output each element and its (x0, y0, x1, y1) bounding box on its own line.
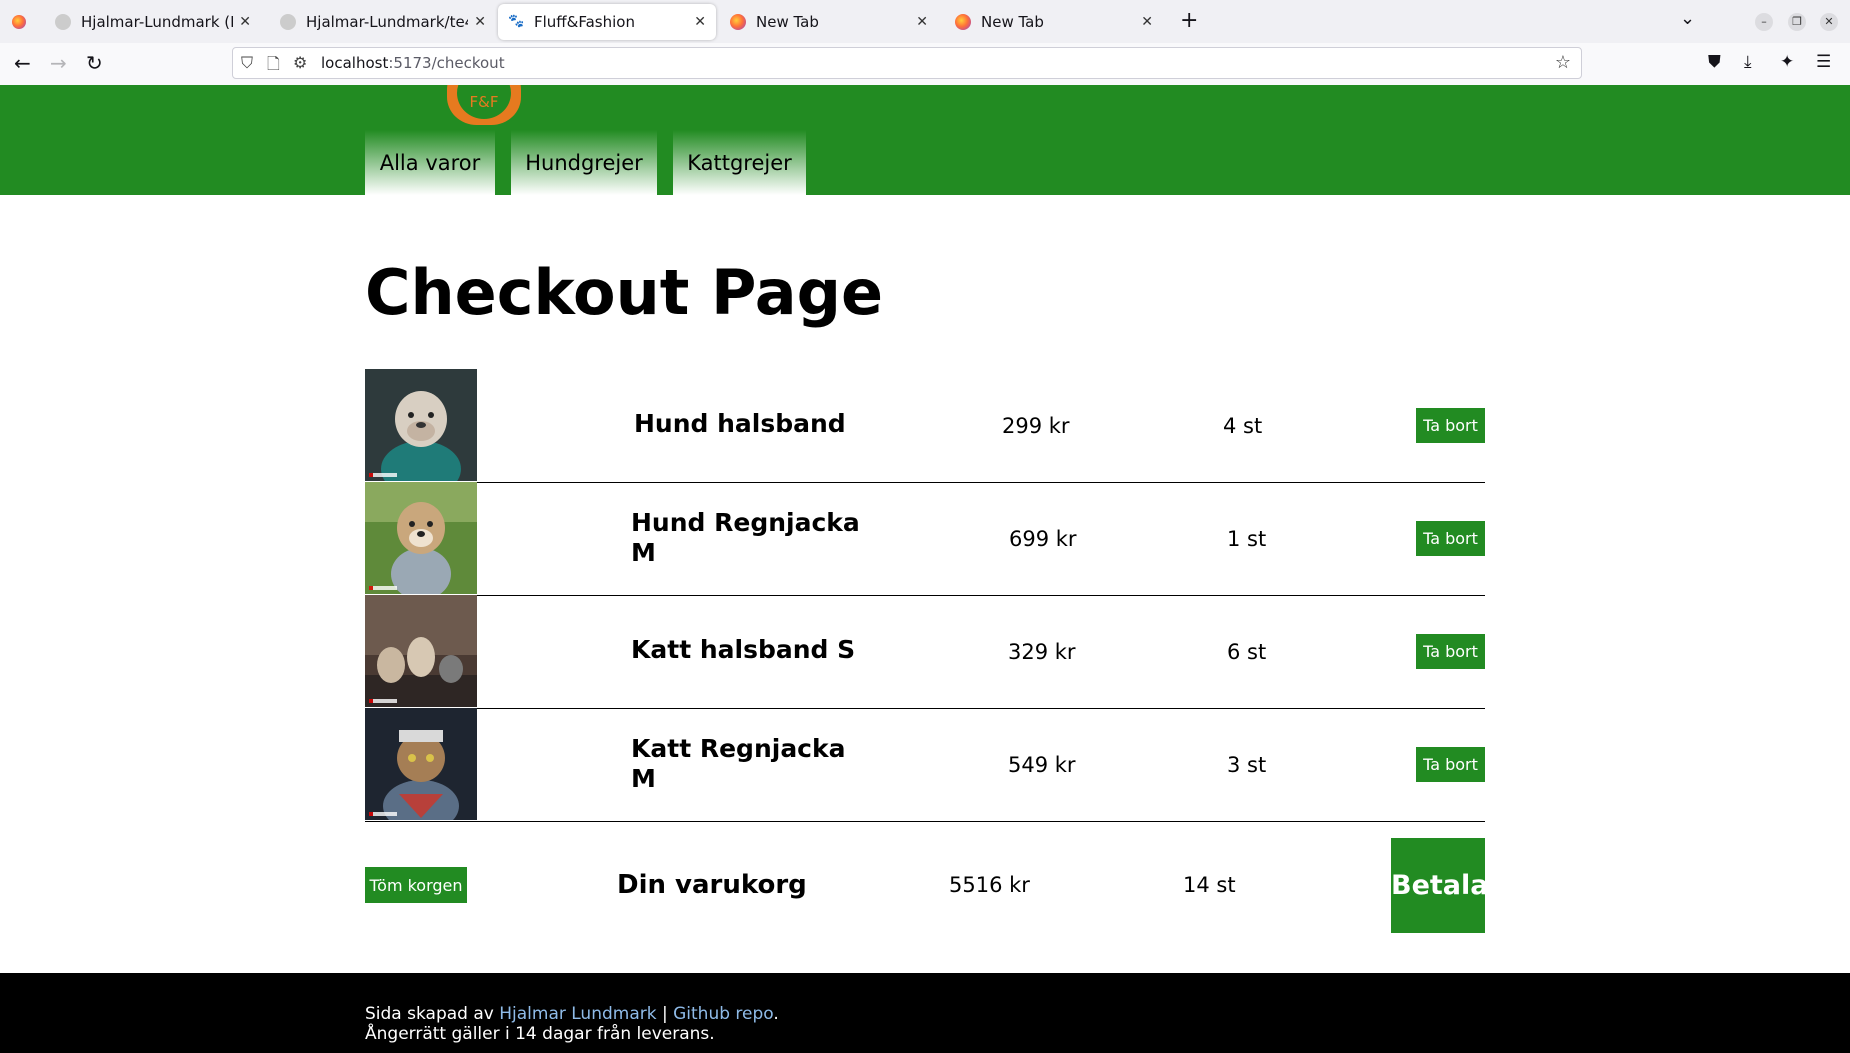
product-image (365, 708, 477, 820)
github-icon (55, 14, 71, 30)
logo-text: F&F (469, 93, 499, 111)
tab-list-chevron-icon[interactable]: ⌄ (1680, 8, 1695, 29)
firefox-icon (955, 14, 971, 30)
footer-separator: | (656, 1004, 674, 1024)
remove-item-button[interactable]: Ta bort (1416, 408, 1485, 443)
nav-link-alla-varor[interactable]: Alla varor (365, 130, 495, 195)
remove-item-button[interactable]: Ta bort (1416, 521, 1485, 556)
window-close-icon[interactable]: ✕ (1820, 13, 1838, 31)
tab-title: New Tab (981, 13, 1044, 31)
cart-row: Hund Regnjacka M 699 kr 1 st Ta bort (365, 482, 1485, 596)
product-quantity: 6 st (1227, 640, 1267, 664)
product-name: Hund Regnjacka M (631, 508, 860, 567)
tab-title: Fluff&Fashion (534, 13, 635, 31)
browser-tab[interactable]: New Tab ✕ (720, 4, 938, 40)
browser-nav-bar: ← → ↻ ⛉ 🗋 ⚙ localhost:5173/checkout ☆ ⛊ … (0, 43, 1850, 86)
forward-icon[interactable]: → (50, 51, 67, 75)
browser-tab[interactable]: New Tab ✕ (945, 4, 1163, 40)
shield-icon[interactable]: ⛉ (241, 53, 253, 73)
url-text[interactable]: localhost:5173/checkout (321, 54, 505, 72)
github-repo-link[interactable]: Github repo (673, 1004, 773, 1024)
browser-tab[interactable]: Hjalmar-Lundmark/te4-sh ✕ (270, 4, 496, 40)
pay-button[interactable]: Betala (1391, 838, 1489, 933)
remove-item-button[interactable]: Ta bort (1416, 634, 1485, 669)
extensions-icon[interactable]: ✦ (1780, 52, 1794, 72)
bookmark-star-icon[interactable]: ☆ (1555, 52, 1571, 73)
new-tab-icon[interactable]: + (1180, 8, 1198, 33)
cart-summary: Töm korgen Din varukorg 5516 kr 14 st Be… (365, 838, 1489, 933)
site-header: F&F Alla varor Hundgrejer Kattgrejer (0, 85, 1850, 195)
product-price: 699 kr (1009, 527, 1077, 551)
author-link[interactable]: Hjalmar Lundmark (499, 1004, 656, 1024)
product-price: 299 kr (1002, 414, 1070, 438)
footer-prefix: Sida skapad av (365, 1004, 500, 1024)
reload-icon[interactable]: ↻ (86, 51, 103, 75)
downloads-icon[interactable]: ⤓ (1744, 52, 1752, 72)
cart-row: Hund halsband 299 kr 4 st Ta bort (365, 369, 1485, 483)
url-path: :5173/checkout (388, 54, 505, 72)
tab-title: Hjalmar-Lundmark (Hjalm (81, 13, 233, 31)
site-logo[interactable]: F&F (441, 85, 527, 127)
close-icon[interactable]: ✕ (239, 14, 251, 30)
github-icon (280, 14, 296, 30)
cart-row: Katt halsband S 329 kr 6 st Ta bort (365, 595, 1485, 709)
permissions-icon[interactable]: ⚙ (293, 53, 307, 72)
product-name: Katt Regnjacka M (631, 734, 846, 793)
product-image (365, 595, 477, 707)
product-quantity: 4 st (1223, 414, 1263, 438)
nav-link-kattgrejer[interactable]: Kattgrejer (673, 130, 806, 195)
product-quantity: 1 st (1227, 527, 1267, 551)
product-image (365, 369, 477, 481)
close-icon[interactable]: ✕ (474, 14, 486, 30)
close-icon[interactable]: ✕ (1141, 14, 1153, 30)
empty-cart-button[interactable]: Töm korgen (365, 867, 467, 903)
site-footer: Sida skapad av Hjalmar Lundmark | Github… (0, 973, 1850, 1053)
restore-icon[interactable]: ❐ (1788, 13, 1806, 31)
nav-link-hundgrejer[interactable]: Hundgrejer (511, 130, 657, 195)
product-name: Katt halsband S (631, 635, 856, 664)
tab-title: Hjalmar-Lundmark/te4-sh (306, 13, 468, 31)
close-icon[interactable]: ✕ (694, 14, 706, 30)
tab-title: New Tab (756, 13, 819, 31)
paw-icon: 🐾 (508, 14, 525, 29)
footer-return-policy: Ångerrätt gäller i 14 dagar från leveran… (365, 1024, 715, 1044)
product-image (365, 482, 477, 594)
url-bar[interactable]: ⛉ 🗋 ⚙ localhost:5173/checkout ☆ (232, 47, 1582, 79)
url-host: localhost (321, 54, 389, 72)
cart-row: Katt Regnjacka M 549 kr 3 st Ta bort (365, 708, 1485, 822)
page-title: Checkout Page (365, 256, 884, 329)
product-price: 329 kr (1008, 640, 1076, 664)
remove-item-button[interactable]: Ta bort (1416, 747, 1485, 782)
firefox-view-icon[interactable] (12, 15, 26, 29)
minimize-icon[interactable]: – (1755, 13, 1773, 31)
product-name: Hund halsband (634, 409, 846, 438)
back-icon[interactable]: ← (14, 51, 31, 75)
cart-total-price: 5516 kr (949, 873, 1030, 897)
cart-total-quantity: 14 st (1183, 873, 1236, 897)
pocket-icon[interactable]: ⛊ (1708, 52, 1721, 72)
product-quantity: 3 st (1227, 753, 1267, 777)
cart-summary-label: Din varukorg (617, 870, 807, 900)
firefox-icon (730, 14, 746, 30)
footer-suffix: . (773, 1004, 779, 1024)
close-icon[interactable]: ✕ (916, 14, 928, 30)
menu-icon[interactable]: ☰ (1816, 52, 1831, 72)
browser-tab-bar: Hjalmar-Lundmark (Hjalm ✕ Hjalmar-Lundma… (0, 0, 1850, 44)
browser-tab[interactable]: Hjalmar-Lundmark (Hjalm ✕ (45, 4, 261, 40)
footer-credits: Sida skapad av Hjalmar Lundmark | Github… (365, 1004, 779, 1024)
browser-tab-active[interactable]: 🐾 Fluff&Fashion ✕ (498, 4, 716, 40)
product-price: 549 kr (1008, 753, 1076, 777)
page-icon[interactable]: 🗋 (267, 53, 280, 80)
